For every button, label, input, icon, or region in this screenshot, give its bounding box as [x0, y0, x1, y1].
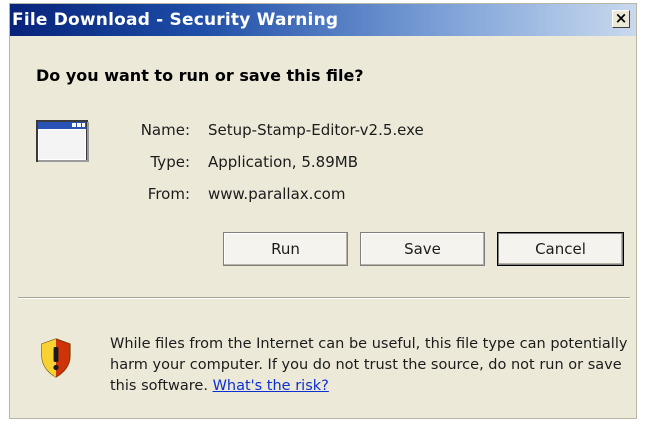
window-title: File Download - Security Warning — [12, 10, 339, 30]
name-label: Name: — [140, 121, 190, 139]
type-label: Type: — [150, 153, 190, 171]
separator-highlight — [18, 298, 630, 299]
security-warning-dialog: File Download - Security Warning × Do yo… — [9, 3, 637, 419]
prompt-question: Do you want to run or save this file? — [36, 66, 364, 85]
from-label: From: — [147, 185, 190, 203]
cancel-button[interactable]: Cancel — [497, 232, 624, 266]
warning-message: While files from the Internet can be use… — [110, 334, 630, 397]
name-value: Setup-Stamp-Editor-v2.5.exe — [208, 121, 424, 139]
title-bar[interactable]: File Download - Security Warning × — [10, 4, 636, 36]
whats-the-risk-link[interactable]: What's the risk? — [213, 378, 329, 394]
type-value: Application, 5.89MB — [208, 153, 358, 171]
shield-warning-icon — [41, 338, 71, 378]
close-icon[interactable]: × — [612, 10, 630, 28]
from-value: www.parallax.com — [208, 185, 346, 203]
save-button[interactable]: Save — [360, 232, 485, 266]
warning-text: While files from the Internet can be use… — [110, 336, 628, 394]
run-button[interactable]: Run — [223, 232, 348, 266]
